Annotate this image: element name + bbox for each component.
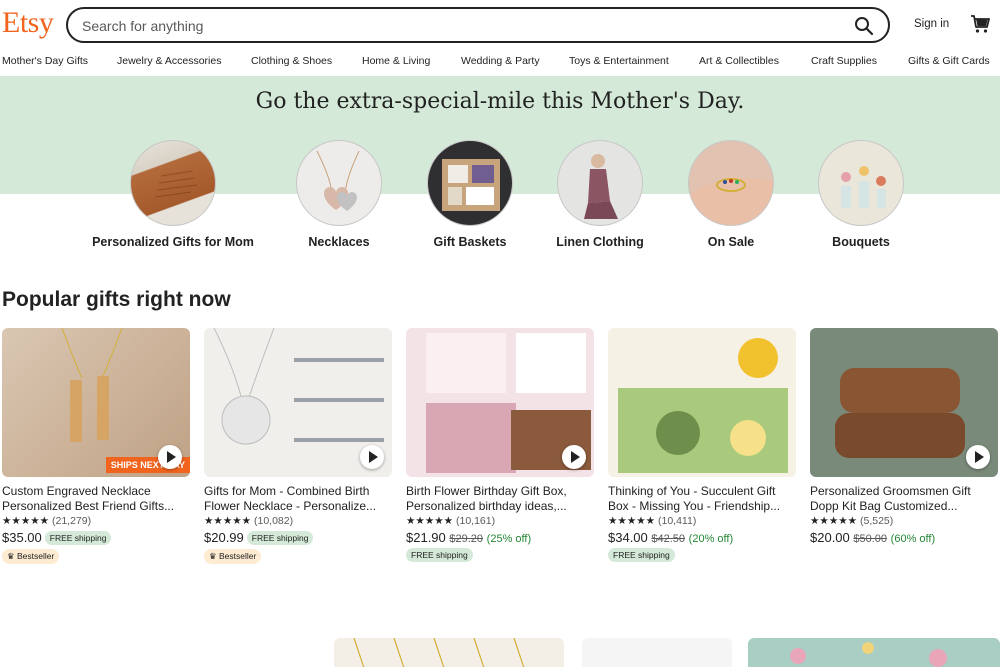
price: $20.99 xyxy=(204,530,244,545)
cart-icon[interactable] xyxy=(970,14,990,34)
price-row: $34.00 $42.50 (20% off) xyxy=(608,530,733,545)
original-price: $50.00 xyxy=(853,533,888,545)
category-image-on-sale[interactable] xyxy=(688,140,774,226)
next-section-image xyxy=(334,638,564,667)
product-image[interactable] xyxy=(204,328,392,477)
product-image[interactable]: SHIPS NEXT DAY xyxy=(2,328,190,477)
category-image-gift-baskets[interactable] xyxy=(427,140,513,226)
gold-chains-image xyxy=(353,638,525,667)
review-count: (21,279) xyxy=(52,515,92,527)
bestseller-label: Bestseller xyxy=(17,551,55,561)
bestseller-label: Bestseller xyxy=(219,551,257,561)
sign-in-link[interactable]: Sign in xyxy=(914,18,949,30)
play-video-icon[interactable] xyxy=(158,445,182,469)
discount-percent: (60% off) xyxy=(890,533,936,545)
next-section-image xyxy=(748,638,1000,667)
price: $35.00 xyxy=(2,530,42,545)
category-label-personalized[interactable]: Personalized Gifts for Mom xyxy=(88,235,258,249)
wooden-board-image xyxy=(154,170,198,198)
price-row: $35.00 FREE shipping xyxy=(2,530,112,545)
star-rating-icon: ★★★★★ xyxy=(2,515,50,527)
discount-percent: (20% off) xyxy=(688,533,734,545)
star-rating-icon: ★★★★★ xyxy=(406,515,454,527)
bestseller-icon: ♛ xyxy=(209,551,217,561)
category-label-necklaces[interactable]: Necklaces xyxy=(279,235,399,249)
rating: ★★★★★ (5,525) xyxy=(810,515,893,527)
play-video-icon[interactable] xyxy=(360,445,384,469)
product-title[interactable]: Custom Engraved Necklace Personalized Be… xyxy=(2,484,190,514)
gift-box-image xyxy=(442,159,500,211)
bestseller-badge: ♛ Bestseller xyxy=(2,549,60,564)
play-video-icon[interactable] xyxy=(562,445,586,469)
product-title[interactable]: Personalized Groomsmen Gift Dopp Kit Bag… xyxy=(810,484,998,514)
review-count: (10,082) xyxy=(254,515,294,527)
product-image[interactable] xyxy=(810,328,998,477)
bestseller-badge: ♛ Bestseller xyxy=(204,549,262,564)
category-image-bouquets[interactable] xyxy=(818,140,904,226)
fabric-pattern-image xyxy=(790,642,947,667)
play-video-icon[interactable] xyxy=(966,445,990,469)
category-label-bouquets[interactable]: Bouquets xyxy=(801,235,921,249)
category-image-linen[interactable] xyxy=(557,140,643,226)
linen-model-image xyxy=(584,154,618,219)
flower-vases-image xyxy=(841,166,886,208)
rating: ★★★★★ (21,279) xyxy=(2,515,91,527)
review-count: (10,161) xyxy=(456,515,496,527)
nav-item-clothing[interactable]: Clothing & Shoes xyxy=(251,55,332,67)
category-image-necklaces[interactable] xyxy=(296,140,382,226)
discount-percent: (25% off) xyxy=(486,533,532,545)
succulent-box-image xyxy=(618,338,788,473)
category-label-on-sale[interactable]: On Sale xyxy=(671,235,791,249)
rating: ★★★★★ (10,161) xyxy=(406,515,495,527)
section-title: Popular gifts right now xyxy=(2,288,231,311)
search-bar[interactable] xyxy=(66,7,890,43)
search-icon[interactable] xyxy=(854,16,874,36)
ring-hand-image xyxy=(689,178,773,225)
price-row: $20.99 FREE shipping xyxy=(204,530,314,545)
star-rating-icon: ★★★★★ xyxy=(204,515,252,527)
original-price: $42.50 xyxy=(651,533,686,545)
nav-item-home[interactable]: Home & Living xyxy=(362,55,430,67)
star-rating-icon: ★★★★★ xyxy=(810,515,858,527)
price-row: $20.00 $50.00 (60% off) xyxy=(810,530,935,545)
hero-title: Go the extra-special-mile this Mother's … xyxy=(255,89,745,114)
price: $34.00 xyxy=(608,530,648,545)
nav-item-gifts[interactable]: Gifts & Gift Cards xyxy=(908,55,990,67)
free-shipping-badge: FREE shipping xyxy=(608,548,675,562)
search-input[interactable] xyxy=(82,16,822,36)
free-shipping-badge: FREE shipping xyxy=(406,548,473,562)
header: Etsy Sign in xyxy=(0,0,1000,50)
category-label-linen[interactable]: Linen Clothing xyxy=(540,235,660,249)
review-count: (10,411) xyxy=(658,515,697,527)
product-title[interactable]: Gifts for Mom - Combined Birth Flower Ne… xyxy=(204,484,392,514)
category-nav: Mother's Day Gifts Jewelry & Accessories… xyxy=(0,52,1000,74)
product-title[interactable]: Thinking of You - Succulent Gift Box - M… xyxy=(608,484,796,514)
heart-necklace-image xyxy=(316,150,360,211)
nav-item-toys[interactable]: Toys & Entertainment xyxy=(569,55,669,67)
price-row: $21.90 $29.20 (25% off) xyxy=(406,530,531,545)
nav-item-craft[interactable]: Craft Supplies xyxy=(811,55,877,67)
product-image[interactable] xyxy=(406,328,594,477)
original-price: $29.20 xyxy=(449,533,484,545)
star-rating-icon: ★★★★★ xyxy=(608,515,656,527)
bestseller-icon: ♛ xyxy=(7,551,15,561)
rating: ★★★★★ (10,411) xyxy=(608,515,696,527)
category-label-gift-baskets[interactable]: Gift Baskets xyxy=(410,235,530,249)
price: $20.00 xyxy=(810,530,850,545)
next-section-image xyxy=(582,638,732,667)
category-image-personalized[interactable] xyxy=(130,140,216,226)
nav-item-mothers-day[interactable]: Mother's Day Gifts xyxy=(2,55,88,67)
nav-item-wedding[interactable]: Wedding & Party xyxy=(461,55,540,67)
rating: ★★★★★ (10,082) xyxy=(204,515,293,527)
product-title[interactable]: Birth Flower Birthday Gift Box, Personal… xyxy=(406,484,594,514)
product-image[interactable] xyxy=(608,328,796,477)
nav-item-art[interactable]: Art & Collectibles xyxy=(699,55,779,67)
price: $21.90 xyxy=(406,530,446,545)
review-count: (5,525) xyxy=(860,515,894,527)
free-shipping-badge: FREE shipping xyxy=(246,531,314,545)
etsy-logo[interactable]: Etsy xyxy=(2,6,54,40)
nav-item-jewelry[interactable]: Jewelry & Accessories xyxy=(117,55,221,67)
free-shipping-badge: FREE shipping xyxy=(44,531,112,545)
